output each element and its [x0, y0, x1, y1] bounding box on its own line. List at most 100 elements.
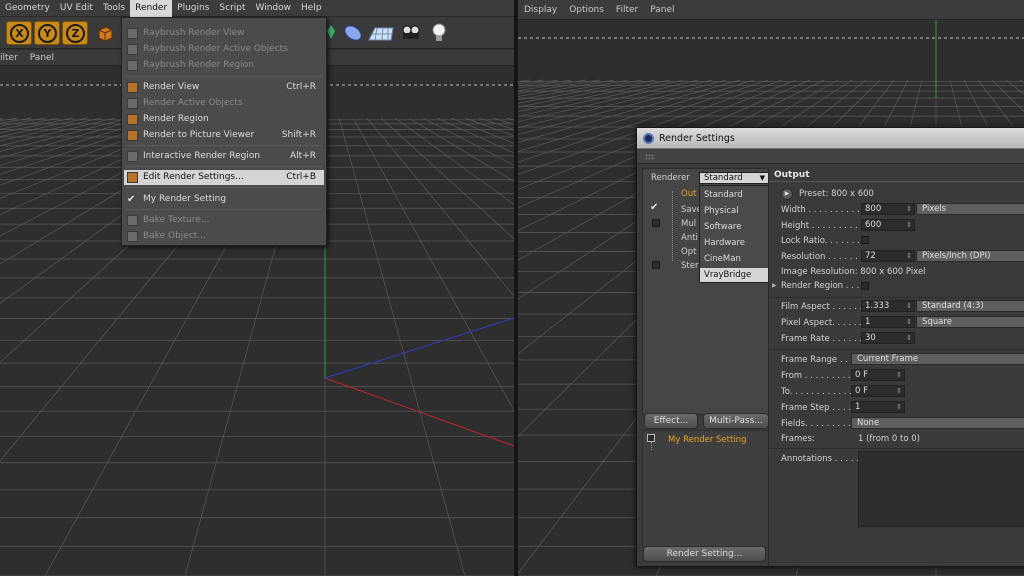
render-settings-titlebar[interactable]: Render Settings [637, 128, 1024, 149]
menu-item-render-view[interactable]: Render View Ctrl+R [124, 80, 324, 95]
x-axis-line [324, 377, 514, 447]
renderer-option-software[interactable]: Software [700, 220, 768, 234]
light-button[interactable] [426, 21, 452, 45]
tree-item-options[interactable]: Opt [681, 247, 696, 257]
multi-pass-button[interactable]: Multi-Pass... [703, 413, 769, 429]
lock-ratio-checkbox[interactable] [861, 236, 869, 244]
menu-item-bake-texture[interactable]: Bake Texture... [124, 213, 324, 228]
spinner-icon[interactable]: ⇕ [906, 251, 912, 261]
annotations-textarea[interactable] [858, 451, 1024, 527]
window-grip[interactable] [637, 150, 1024, 164]
fields-select[interactable]: None [851, 417, 1024, 429]
spinner-icon[interactable]: ⇕ [896, 402, 902, 412]
render-dropdown-menu: Raybrush Render View Raybrush Render Act… [121, 17, 327, 246]
tree-item-stereoscopic[interactable]: Ster [681, 261, 698, 271]
menu-item-raybrush-render-region[interactable]: Raybrush Render Region [124, 58, 324, 73]
renderer-option-standard[interactable]: Standard [700, 188, 768, 202]
viewport-menu-filter[interactable]: ilter [0, 53, 24, 63]
spinner-icon[interactable]: ⇕ [906, 204, 912, 214]
spinner-icon[interactable]: ⇕ [896, 370, 902, 380]
z-axis-lock-button[interactable]: Z [62, 21, 88, 45]
viewport-menu-display[interactable]: Display [518, 5, 563, 15]
width-label: Width . . . . . . . . . . [781, 205, 860, 215]
menu-item-bake-object[interactable]: Bake Object... [124, 229, 324, 244]
width-unit-select[interactable]: Pixels [916, 203, 1024, 215]
tree-item-multipass[interactable]: Mul [681, 219, 696, 229]
menu-item-render-to-picture-viewer[interactable]: Render to Picture Viewer Shift+R [124, 128, 324, 143]
spinner-icon[interactable]: ⇕ [906, 317, 912, 327]
renderer-option-physical[interactable]: Physical [700, 204, 768, 218]
render-region-checkbox[interactable] [861, 282, 869, 290]
left-viewport[interactable]: Geometry UV Edit Tools Render Plugins Sc… [0, 0, 514, 576]
renderer-option-vraybridge[interactable]: VrayBridge [700, 268, 768, 282]
spinner-icon[interactable]: ⇕ [906, 333, 912, 343]
viewport-menu-filter[interactable]: Filter [610, 5, 644, 15]
preset-play-icon[interactable]: ▶ [781, 188, 793, 200]
renderer-select[interactable]: Standard ▼ [699, 172, 769, 184]
menu-item-raybrush-render-view[interactable]: Raybrush Render View [124, 26, 324, 41]
viewport-menu-panel[interactable]: Panel [644, 5, 680, 15]
film-aspect-field[interactable]: 1.333 ⇕ [861, 300, 915, 312]
preset-label: Preset: 800 x 600 [799, 189, 874, 199]
z-axis-icon: Z [66, 24, 85, 43]
renderer-option-hardware[interactable]: Hardware [700, 236, 768, 250]
picture-viewer-icon [127, 130, 138, 141]
y-axis-lock-button[interactable]: Y [34, 21, 60, 45]
menu-item-edit-render-settings[interactable]: Edit Render Settings... Ctrl+B [124, 170, 324, 185]
checkmark-icon[interactable]: ✔ [650, 202, 658, 213]
stereoscopic-checkbox[interactable] [652, 261, 660, 269]
pixel-aspect-field[interactable]: 1 ⇕ [861, 316, 915, 328]
menu-window[interactable]: Window [251, 0, 297, 17]
tree-item-output[interactable]: Out [681, 189, 696, 199]
height-field[interactable]: 600 ⇕ [861, 219, 915, 231]
menu-geometry[interactable]: Geometry [0, 0, 55, 17]
raybrush-icon [127, 28, 138, 39]
tree-item-antialiasing[interactable]: Anti [681, 233, 698, 243]
menu-uv-edit[interactable]: UV Edit [55, 0, 98, 17]
film-aspect-select[interactable]: Standard (4:3) [916, 300, 1024, 312]
spinner-icon[interactable]: ⇕ [906, 220, 912, 230]
frame-rate-field[interactable]: 30 ⇕ [861, 332, 915, 344]
render-setting-item[interactable]: My Render Setting [668, 435, 746, 445]
pixel-aspect-select[interactable]: Square [916, 316, 1024, 328]
renderer-dropdown-list: Standard Physical Software Hardware Cine… [699, 185, 769, 283]
viewport-menu-panel[interactable]: Panel [24, 53, 60, 63]
render-setting-button[interactable]: Render Setting... [643, 546, 766, 562]
to-field[interactable]: 0 F ⇕ [851, 385, 905, 397]
floor-icon [368, 27, 394, 41]
menu-item-my-render-setting[interactable]: ✔ My Render Setting [124, 192, 324, 207]
render-settings-sidebar: Renderer Out ✔ Save Mul Anti Opt Ster St… [642, 168, 769, 563]
separator [769, 349, 1024, 350]
resolution-field[interactable]: 72 ⇕ [861, 250, 915, 262]
effect-button[interactable]: Effect... [644, 413, 698, 429]
menu-item-render-active-objects[interactable]: Render Active Objects [124, 96, 324, 111]
from-field[interactable]: 0 F ⇕ [851, 369, 905, 381]
resolution-unit-select[interactable]: Pixels/Inch (DPI) [916, 250, 1024, 262]
tree-connector [651, 442, 652, 450]
renderer-option-cineman[interactable]: CineMan [700, 252, 768, 266]
coordinate-system-button[interactable] [92, 21, 118, 45]
frame-step-field[interactable]: 1 ⇕ [851, 401, 905, 413]
menu-tools[interactable]: Tools [98, 0, 130, 17]
render-settings-icon [127, 172, 138, 183]
viewport-menu-options[interactable]: Options [563, 5, 610, 15]
menu-help[interactable]: Help [296, 0, 327, 17]
x-axis-lock-button[interactable]: X [6, 21, 32, 45]
width-field[interactable]: 800 ⇕ [861, 203, 915, 215]
menu-item-raybrush-render-active[interactable]: Raybrush Render Active Objects [124, 42, 324, 57]
camera-button[interactable] [398, 21, 424, 45]
menu-script[interactable]: Script [214, 0, 250, 17]
window-title: Render Settings [659, 133, 735, 144]
expand-arrow-icon[interactable]: ▶ [772, 282, 777, 289]
menu-item-render-region[interactable]: Render Region [124, 112, 324, 127]
render-settings-tree: Renderer Out ✔ Save Mul Anti Opt Ster St… [642, 168, 769, 429]
multipass-checkbox[interactable] [652, 219, 660, 227]
spinner-icon[interactable]: ⇕ [906, 301, 912, 311]
scene-button[interactable] [366, 21, 396, 45]
spinner-icon[interactable]: ⇕ [896, 386, 902, 396]
deformer-button[interactable] [340, 21, 366, 45]
menu-plugins[interactable]: Plugins [172, 0, 214, 17]
menu-render[interactable]: Render [130, 0, 173, 17]
frame-range-select[interactable]: Current Frame [851, 353, 1024, 365]
menu-item-interactive-render-region[interactable]: Interactive Render Region Alt+R [124, 149, 324, 164]
